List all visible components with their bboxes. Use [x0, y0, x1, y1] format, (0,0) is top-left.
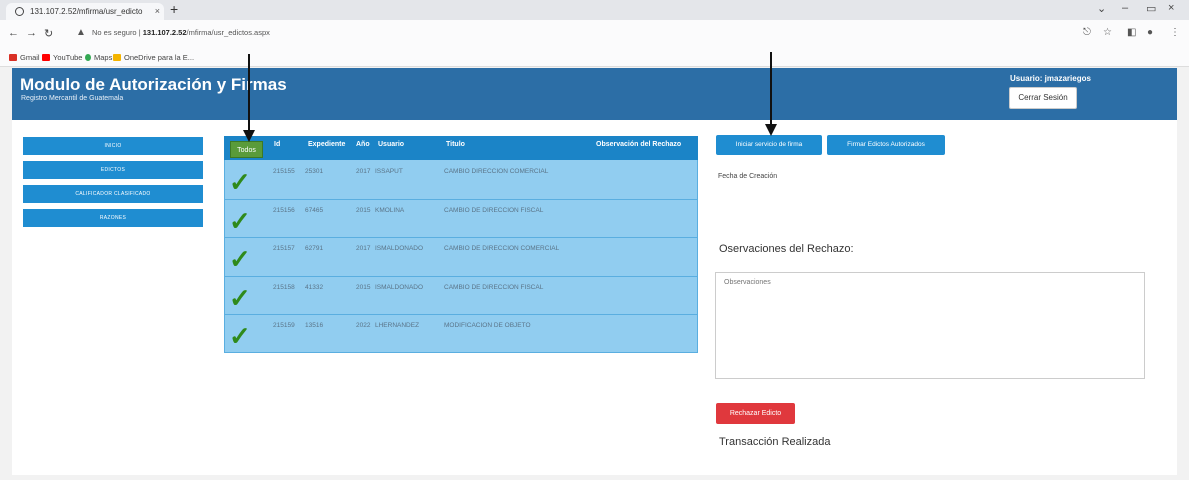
row-divider [224, 276, 698, 277]
start-signing-service-button[interactable]: Iniciar servicio de firma [716, 135, 822, 155]
row-divider [224, 199, 698, 200]
table-cell-usuario: LHERNANDEZ [375, 322, 420, 329]
new-tab-icon[interactable]: + [170, 1, 178, 17]
sidebar-item-calificador[interactable]: Calificador Clasificado [23, 185, 203, 203]
row-divider [224, 314, 698, 315]
table-cell-usuario: ISMALDONADO [375, 245, 424, 252]
browser-tab[interactable]: 131.107.2.52/mfirma/usr_edicto × [6, 3, 164, 20]
sidebar-item-edictos[interactable]: Edictos [23, 161, 203, 179]
table-cell-expediente: 41332 [305, 284, 324, 291]
column-header-usuario[interactable]: Usuario [378, 141, 404, 148]
column-header-observacion[interactable]: Observación del Rechazo [596, 141, 681, 148]
observations-textarea[interactable] [715, 272, 1145, 379]
youtube-icon [42, 54, 50, 61]
bookmark-label: YouTube [53, 53, 83, 62]
table-cell-titulo: CAMBIO DE DIRECCION COMERCIAL [444, 245, 560, 252]
url-path: /mfirma/usr_edictos.aspx [186, 28, 270, 37]
maximize-icon[interactable]: ▭ [1146, 2, 1156, 15]
row-divider [224, 237, 698, 238]
bookmark-label: Maps [94, 53, 113, 62]
bookmark-star-icon[interactable]: ☆ [1103, 27, 1112, 38]
annotation-arrow-left-head [243, 130, 255, 142]
back-icon[interactable]: ← [8, 27, 19, 39]
table-cell-expediente: 25301 [305, 168, 324, 175]
table-cell-id: 215158 [273, 284, 295, 291]
gmail-icon [9, 54, 17, 61]
rejection-observations-title: Oservaciones del Rechazo: [719, 243, 854, 255]
table-cell-id: 215157 [273, 245, 295, 252]
menu-kebab-icon[interactable]: ⋮ [1170, 27, 1180, 38]
row-select-checkmark-icon[interactable]: ✓ [229, 323, 251, 349]
onedrive-icon [113, 54, 121, 61]
column-header-expediente[interactable]: Expediente [308, 141, 345, 148]
annotation-arrow-left-line [248, 54, 250, 134]
status-message: Transacción Realizada [719, 436, 831, 448]
row-select-checkmark-icon[interactable]: ✓ [229, 246, 251, 272]
forward-icon[interactable]: → [26, 27, 37, 39]
table-cell-id: 215155 [273, 168, 295, 175]
not-secure-label: No es seguro [92, 28, 137, 37]
table-cell-usuario: ISMALDONADO [375, 284, 424, 291]
table-cell-expediente: 13516 [305, 322, 324, 329]
maps-pin-icon [85, 54, 91, 61]
url-host: 131.107.2.52 [142, 28, 187, 37]
browser-tabbar [0, 0, 1189, 20]
tab-close-icon[interactable]: × [155, 3, 160, 20]
table-header [224, 136, 698, 160]
creation-date-label: Fecha de Creación [718, 173, 778, 180]
annotation-arrow-right-line [770, 52, 772, 128]
table-cell-id: 215159 [273, 322, 295, 329]
row-select-checkmark-icon[interactable]: ✓ [229, 169, 251, 195]
table-cell-expediente: 62791 [305, 245, 324, 252]
table-cell-expediente: 67465 [305, 207, 324, 214]
table-cell-anio: 2017 [356, 168, 371, 175]
sidebar-item-razones[interactable]: Razones [23, 209, 203, 227]
annotation-arrow-right-head [765, 124, 777, 136]
window-menu-icon[interactable]: ⌄ [1097, 2, 1106, 15]
table-cell-anio: 2017 [356, 245, 371, 252]
row-select-checkmark-icon[interactable]: ✓ [229, 208, 251, 234]
table-cell-anio: 2015 [356, 284, 371, 291]
bookmark-label: Gmail [20, 53, 40, 62]
site-favicon-icon [15, 7, 24, 16]
tab-title: 131.107.2.52/mfirma/usr_edicto [30, 7, 143, 16]
minimize-icon[interactable]: – [1122, 2, 1128, 14]
reload-icon[interactable]: ↻ [44, 27, 53, 40]
sidebar-toggle-icon[interactable]: ◧ [1127, 27, 1136, 38]
select-all-button[interactable]: Todos [230, 141, 263, 158]
table-cell-titulo: CAMBIO DE DIRECCION FISCAL [444, 207, 544, 214]
reject-edict-button[interactable]: Rechazar Edicto [716, 403, 795, 424]
sidebar-item-inicio[interactable]: Inicio [23, 137, 203, 155]
table-cell-usuario: ISSAPUT [375, 168, 403, 175]
bookmark-onedrive[interactable]: OneDrive para la E... [113, 53, 194, 62]
table-cell-anio: 2015 [356, 207, 371, 214]
sign-authorized-edicts-button[interactable]: Firmar Edictos Autorizados [827, 135, 945, 155]
column-header-titulo[interactable]: Titulo [446, 141, 465, 148]
user-label: Usuario: jmazariegos [1010, 74, 1091, 83]
bookmark-gmail[interactable]: Gmail [9, 53, 40, 62]
not-secure-warning-icon[interactable]: ▲ [76, 27, 86, 38]
table-cell-titulo: CAMBIO DIRECCION COMERCIAL [444, 168, 549, 175]
page-subtitle: Registro Mercantil de Guatemala [21, 95, 124, 102]
table-cell-titulo: CAMBIO DE DIRECCION FISCAL [444, 284, 544, 291]
table-cell-usuario: KMOLINA [375, 207, 405, 214]
profile-icon[interactable]: ● [1147, 27, 1153, 38]
column-header-id[interactable]: Id [274, 141, 280, 148]
row-select-checkmark-icon[interactable]: ✓ [229, 285, 251, 311]
close-window-icon[interactable]: × [1168, 2, 1174, 14]
bookmark-maps[interactable]: Maps [85, 53, 112, 62]
page-title: Modulo de Autorización y Firmas [20, 75, 287, 94]
bookmark-label: OneDrive para la E... [124, 53, 195, 62]
table-cell-id: 215156 [273, 207, 295, 214]
share-icon[interactable]: ⎋ [1083, 27, 1091, 38]
url-field[interactable]: No es seguro | 131.107.2.52/mfirma/usr_e… [92, 28, 270, 37]
table-cell-anio: 2022 [356, 322, 371, 329]
column-header-anio[interactable]: Año [356, 141, 370, 148]
logout-button[interactable]: Cerrar Sesión [1009, 87, 1077, 109]
table-cell-titulo: MODIFICACION DE OBJETO [444, 322, 531, 329]
bookmark-youtube[interactable]: YouTube [42, 53, 82, 62]
